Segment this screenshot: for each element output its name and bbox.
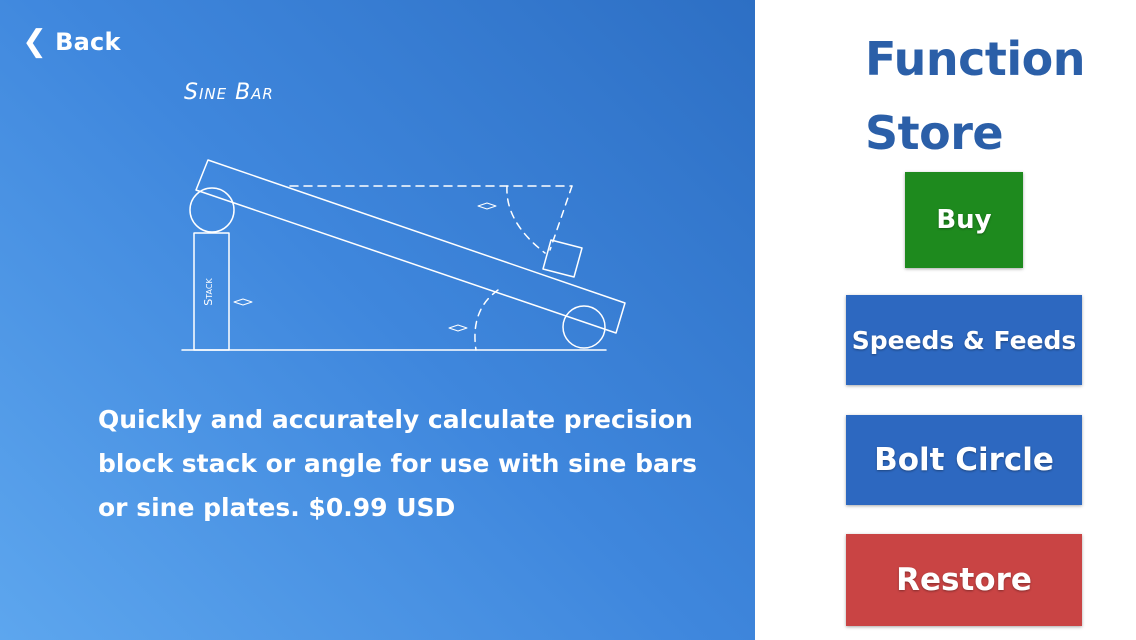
top-angle-arc [506, 185, 546, 254]
left-roller [189, 187, 235, 233]
back-button-label: Back [55, 28, 121, 56]
store-title-line1: Function [865, 32, 1086, 86]
sine-bar-diagram: Stack [181, 159, 626, 351]
diagram-title: Sine Bar [184, 80, 274, 105]
bottom-angle-arc [474, 289, 499, 351]
stack-label: Stack [202, 278, 215, 306]
store-sidebar: Function Store Buy Speeds & Feeds Bolt C… [755, 0, 1136, 640]
angle-marker-top [477, 202, 497, 210]
store-title-line2: Store [865, 106, 1004, 160]
app-screen: ❮ Back Sine Bar Stack Quickly and accura… [0, 0, 1136, 640]
speeds-feeds-button[interactable]: Speeds & Feeds [846, 295, 1082, 385]
angle-marker-bottom [448, 324, 468, 332]
angle-marker-stack [233, 298, 253, 306]
store-title: Function Store [865, 22, 1105, 170]
bolt-circle-button[interactable]: Bolt Circle [846, 415, 1082, 505]
chevron-left-icon: ❮ [22, 24, 48, 59]
product-detail-panel: ❮ Back Sine Bar Stack Quickly and accura… [0, 0, 755, 640]
back-button[interactable]: ❮ Back [22, 24, 121, 60]
buy-button[interactable]: Buy [905, 172, 1023, 268]
restore-button[interactable]: Restore [846, 534, 1082, 626]
indicator-block [542, 239, 583, 278]
product-description: Quickly and accurately calculate precisi… [98, 405, 698, 522]
